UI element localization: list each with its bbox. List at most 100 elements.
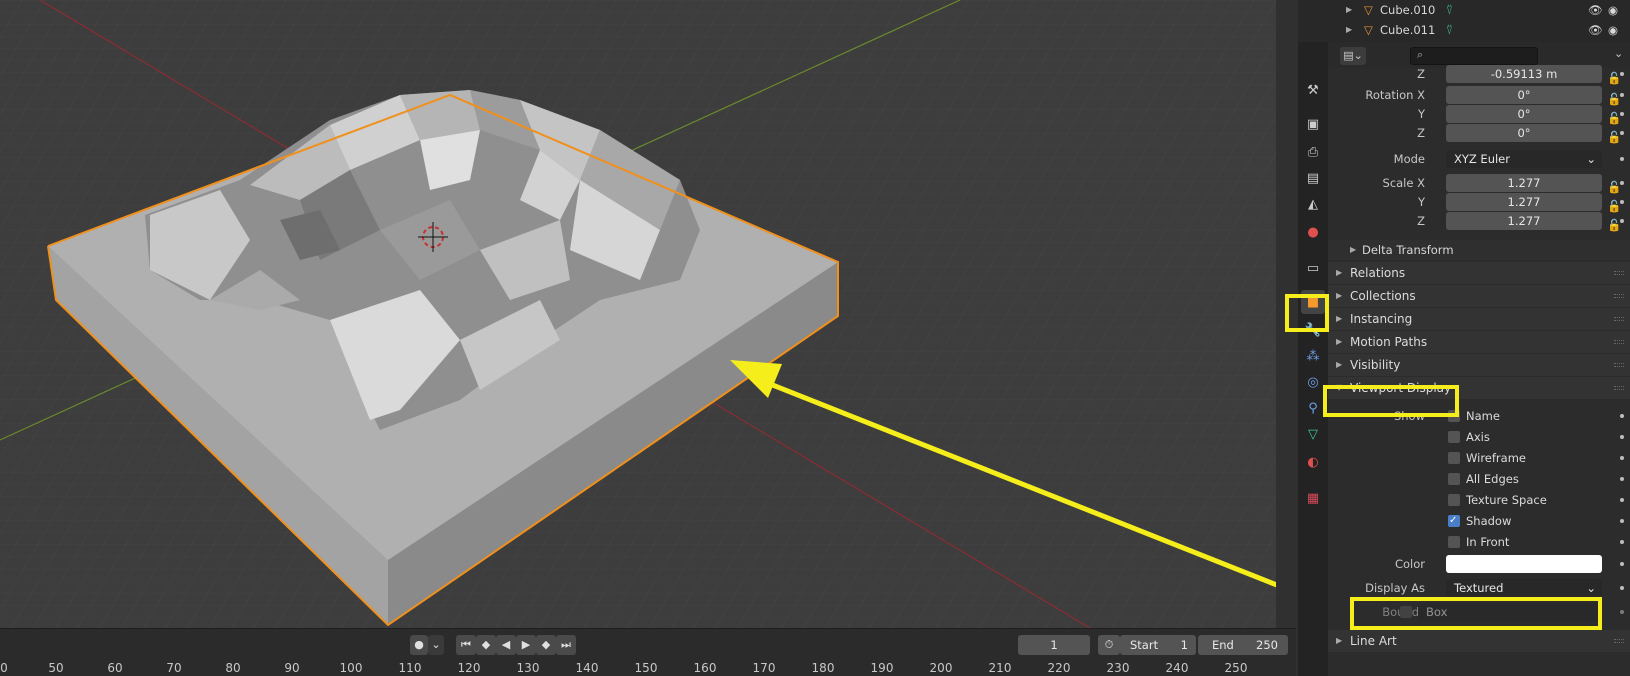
keyframe-dot-button[interactable]: ● — [410, 635, 428, 655]
rotation-y-field[interactable]: 0° — [1446, 105, 1602, 123]
location-z-field[interactable]: -0.59113 m — [1446, 65, 1602, 83]
rotation-z-field[interactable]: 0° — [1446, 124, 1602, 142]
checkbox[interactable] — [1448, 452, 1460, 464]
keyframe-dot-icon[interactable] — [1620, 72, 1624, 76]
modifier-tab-icon[interactable]: 🔧 — [1301, 318, 1325, 342]
physics-tab-icon[interactable]: ◎ — [1301, 370, 1325, 394]
keyframe-dot-icon[interactable] — [1620, 519, 1624, 523]
data-tab-icon[interactable]: ▽ — [1301, 422, 1325, 446]
render-tab-icon[interactable]: ▣ — [1301, 112, 1325, 136]
panel-relations[interactable]: ▶ Relations — [1328, 262, 1630, 284]
checkbox[interactable] — [1448, 536, 1460, 548]
keyframe-dot-icon[interactable] — [1620, 112, 1624, 116]
lock-icon[interactable]: 🔓 — [1607, 127, 1621, 144]
keyframe-dot-icon[interactable] — [1620, 414, 1624, 418]
options-dropdown-icon[interactable]: ⌄ — [1614, 47, 1623, 60]
drag-handle-icon[interactable] — [1614, 340, 1624, 344]
lock-icon[interactable]: 🔓 — [1607, 108, 1621, 125]
camera-icon[interactable]: ◉ — [1608, 20, 1618, 40]
camera-icon[interactable]: ◉ — [1608, 0, 1618, 20]
keyframe-dot-icon[interactable] — [1620, 93, 1624, 97]
keyframe-dot-icon[interactable] — [1620, 456, 1624, 460]
keyframe-dot-icon[interactable] — [1620, 477, 1624, 481]
panel-collections[interactable]: ▶ Collections — [1328, 285, 1630, 307]
view-layer-tab-icon[interactable]: ▤ — [1301, 166, 1325, 190]
panel-instancing[interactable]: ▶ Instancing — [1328, 308, 1630, 330]
color-swatch[interactable] — [1446, 555, 1602, 573]
keyframe-dot-icon[interactable] — [1620, 435, 1624, 439]
next-keyframe-icon[interactable]: ◆ — [536, 635, 556, 655]
drag-handle-icon[interactable] — [1614, 363, 1624, 367]
eye-icon[interactable]: 👁 — [1588, 0, 1603, 20]
scale-y-field[interactable]: 1.277 — [1446, 193, 1602, 211]
delta-transform-subpanel[interactable]: ▶ Delta Transform — [1328, 240, 1630, 260]
drag-handle-icon[interactable] — [1614, 271, 1624, 275]
drag-handle-icon[interactable] — [1614, 639, 1624, 643]
texture-tab-icon[interactable]: ▦ — [1301, 486, 1325, 510]
object-tab-icon[interactable]: ■ — [1301, 290, 1325, 314]
keyframe-dot-icon[interactable] — [1620, 498, 1624, 502]
eye-icon[interactable]: 👁 — [1588, 20, 1603, 40]
lock-icon[interactable]: 🔓 — [1607, 177, 1621, 194]
search-input[interactable]: ⌕ — [1410, 47, 1538, 65]
stopwatch-icon[interactable]: ⏱ — [1098, 635, 1120, 655]
show-all-edges-row: All Edges — [1328, 469, 1630, 489]
rotation-mode-dropdown[interactable]: XYZ Euler ⌄ — [1446, 150, 1602, 168]
checkbox[interactable] — [1448, 431, 1460, 443]
panel-motion-paths[interactable]: ▶ Motion Paths — [1328, 331, 1630, 353]
checkbox[interactable] — [1448, 494, 1460, 506]
lock-icon[interactable]: 🔓 — [1607, 68, 1621, 85]
checkbox[interactable] — [1448, 410, 1460, 422]
checkbox[interactable] — [1448, 473, 1460, 485]
scene-tab-icon[interactable]: ◭ — [1301, 192, 1325, 216]
lock-icon[interactable]: 🔓 — [1607, 215, 1621, 232]
display-as-dropdown[interactable]: Textured ⌄ — [1446, 579, 1602, 597]
end-frame-field[interactable]: End 250 — [1198, 635, 1288, 655]
start-frame-field[interactable]: Start 1 — [1120, 635, 1196, 655]
play-icon[interactable]: ▶ — [516, 635, 536, 655]
3d-viewport[interactable] — [0, 0, 1276, 628]
panel-viewport-display[interactable]: ▼ Viewport Display — [1328, 377, 1630, 399]
drag-handle-icon[interactable] — [1614, 294, 1624, 298]
lock-icon[interactable]: 🔓 — [1607, 89, 1621, 106]
keyframe-dot-icon[interactable] — [1620, 540, 1624, 544]
bounds-dropdown[interactable]: Box — [1418, 603, 1602, 621]
expand-arrow-icon[interactable]: ▶ — [1346, 0, 1352, 20]
keying-dropdown[interactable]: ⌄ — [428, 635, 444, 655]
constraints-tab-icon[interactable]: ⚲ — [1301, 396, 1325, 420]
tool-tab-icon[interactable]: ⚒ — [1301, 78, 1325, 102]
keyframe-dot-icon[interactable] — [1620, 181, 1624, 185]
keyframe-dot-icon[interactable] — [1620, 131, 1624, 135]
material-tab-icon[interactable]: ◐ — [1301, 450, 1325, 474]
keyframe-dot-icon[interactable] — [1620, 586, 1624, 590]
outliner-item[interactable]: ▶ ▽ Cube.011 ⍢ 👁 ◉ — [1298, 20, 1630, 40]
play-reverse-icon[interactable]: ◀ — [496, 635, 516, 655]
keyframe-dot-icon[interactable] — [1620, 219, 1624, 223]
world-tab-icon[interactable]: ● — [1301, 220, 1325, 244]
drag-handle-icon[interactable] — [1614, 317, 1624, 321]
keyframe-dot-icon[interactable] — [1620, 200, 1624, 204]
outliner-item[interactable]: ▶ ▽ Cube.010 ⍢ 👁 ◉ — [1298, 0, 1630, 20]
particles-tab-icon[interactable]: ⁂ — [1301, 344, 1325, 368]
checkbox[interactable] — [1400, 606, 1412, 618]
panel-visibility[interactable]: ▶ Visibility — [1328, 354, 1630, 376]
keyframe-dot-icon[interactable] — [1620, 562, 1624, 566]
keyframe-dot-icon[interactable] — [1620, 610, 1624, 614]
collection-tab-icon[interactable]: ▭ — [1301, 256, 1325, 280]
current-frame-field[interactable]: 1 — [1018, 635, 1090, 655]
expand-arrow-icon[interactable]: ▶ — [1346, 20, 1352, 40]
scale-z-field[interactable]: 1.277 — [1446, 212, 1602, 230]
panel-line-art[interactable]: ▶ Line Art — [1328, 630, 1630, 652]
frame-ruler[interactable]: 0 50 60 70 80 90 100 110 120 130 140 150… — [0, 661, 1296, 676]
editor-type-dropdown[interactable]: ▤⌄ — [1340, 47, 1366, 65]
checkbox-checked[interactable]: ✓ — [1448, 515, 1460, 527]
scale-x-field[interactable]: 1.277 — [1446, 174, 1602, 192]
drag-handle-icon[interactable] — [1614, 386, 1624, 390]
rotation-x-field[interactable]: 0° — [1446, 86, 1602, 104]
jump-end-icon[interactable]: ⏭ — [556, 635, 576, 655]
jump-start-icon[interactable]: ⏮ — [456, 635, 476, 655]
output-tab-icon[interactable]: ⎙ — [1301, 140, 1325, 164]
prev-keyframe-icon[interactable]: ◆ — [476, 635, 496, 655]
lock-icon[interactable]: 🔓 — [1607, 196, 1621, 213]
keyframe-dot-icon[interactable] — [1620, 157, 1624, 161]
